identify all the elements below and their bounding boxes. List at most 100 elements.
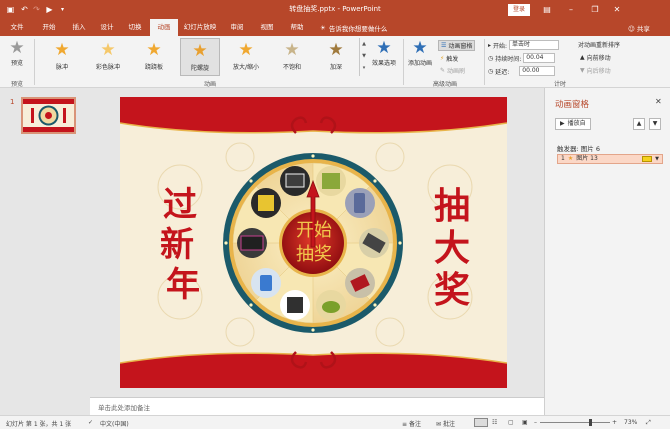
add-animation-button[interactable]: ★ 添加动画 [406, 38, 434, 67]
trigger-heading: 触发器: 图片 6 [557, 145, 600, 153]
zoom-slider-knob[interactable] [589, 419, 592, 426]
anim-darken[interactable]: ★ 加深 [316, 38, 356, 76]
trigger-button[interactable]: ⚡ 触发 [440, 54, 458, 63]
calligraphy-char: 大 [433, 227, 470, 269]
arrow-down-icon: ▼ [580, 67, 585, 74]
tab-transitions[interactable]: 切换 [122, 19, 148, 36]
zoom-slider[interactable] [540, 422, 610, 423]
play-icon: ▶ [560, 120, 565, 127]
anim-label: 跷跷板 [144, 64, 163, 71]
anim-desaturate[interactable]: ★ 不饱和 [272, 38, 312, 76]
arrow-up-icon: ▲ [580, 54, 585, 61]
tab-insert[interactable]: 插入 [66, 19, 92, 36]
tab-file[interactable]: 文件 [4, 19, 30, 36]
add-animation-label: 添加动画 [407, 60, 432, 67]
animation-group-label: 动画 [203, 81, 216, 88]
animation-pane-label: 动画窗格 [448, 43, 473, 50]
move-up-icon[interactable]: ▲ [633, 118, 645, 130]
tab-help[interactable]: 帮助 [284, 19, 310, 36]
ribbon-tabs: 文件 开始 插入 设计 切换 动画 幻灯片放映 审阅 视图 帮助 ☀ 告诉我你想… [0, 19, 670, 36]
tell-me-label: 告诉我你想要做什么 [328, 25, 388, 33]
calligraphy-char: 抽 [433, 185, 470, 227]
preview-label: 预览 [10, 60, 23, 67]
center-text-line-1: 开始 [296, 220, 332, 241]
animation-pane-button[interactable]: ☰ 动画窗格 [438, 40, 476, 51]
calligraphy-char: 新 [160, 225, 194, 265]
star-icon: ★ [284, 40, 300, 60]
animation-list-item[interactable]: 1 ★ 图片 13 ▼ [557, 154, 663, 164]
zoom-out-icon[interactable]: – [534, 419, 537, 426]
minimize-icon[interactable]: – [564, 3, 578, 16]
tab-animations[interactable]: 动画 [150, 19, 178, 36]
move-earlier-label: 向前移动 [586, 55, 611, 62]
trigger-label: 触发 [446, 56, 459, 63]
ribbon-display-options-icon[interactable]: ▤ [540, 3, 554, 16]
move-later-button[interactable]: ▼ 向后移动 [580, 66, 611, 75]
anim-label: 加深 [329, 64, 342, 71]
tab-design[interactable]: 设计 [94, 19, 120, 36]
star-icon: ★ [54, 40, 70, 60]
item-label: 图片 13 [576, 155, 598, 162]
share-button[interactable]: ☺ 共享 [628, 23, 650, 33]
preview-group-label: 预览 [10, 81, 23, 88]
anim-color-pulse[interactable]: ★ 彩色脉冲 [88, 38, 128, 76]
slide-info: 幻灯片 第 1 张，共 1 张 [6, 421, 72, 428]
tell-me-box[interactable]: ☀ 告诉我你想要做什么 [320, 23, 387, 33]
login-button[interactable]: 登录 [508, 4, 530, 16]
status-bar: 幻灯片 第 1 张，共 1 张 ✓ 中文(中国) ≡ 备注 ✉ 批注 ☷ ▢ ▣… [0, 415, 670, 429]
gallery-up-icon[interactable]: ▲ [360, 38, 368, 50]
reading-view-icon[interactable]: ▢ [508, 419, 514, 426]
move-down-icon[interactable]: ▼ [649, 118, 661, 130]
anim-teeter[interactable]: ★ 跷跷板 [134, 38, 174, 76]
zoom-level[interactable]: 73% [624, 419, 637, 426]
calligraphy-char: 过 [163, 185, 197, 225]
gallery-more-icon[interactable]: ▾ [360, 62, 368, 74]
close-icon[interactable]: ✕ [655, 97, 662, 106]
normal-view-icon[interactable] [474, 418, 488, 427]
slideshow-icon[interactable]: ▣ [522, 419, 528, 426]
preview-button[interactable]: ★ 预览 [6, 38, 28, 67]
effect-options-icon: ★ [376, 38, 392, 58]
new-year-text: 过 新 年 [160, 185, 200, 305]
comments-button[interactable]: ✉ 批注 [436, 419, 455, 428]
anim-spin[interactable]: ★ 陀螺旋 [180, 38, 220, 76]
slide[interactable]: 开始 抽奖 过 新 年 抽 大 奖 [120, 97, 507, 388]
anim-grow-shrink[interactable]: ★ 放大/缩小 [226, 38, 266, 76]
tab-view[interactable]: 视图 [254, 19, 280, 36]
zoom-in-icon[interactable]: + [612, 419, 617, 426]
anim-label: 放大/缩小 [232, 64, 260, 71]
play-label: 播放自 [567, 120, 586, 127]
anim-pulse[interactable]: ★ 脉冲 [42, 38, 82, 76]
language-indicator[interactable]: 中文(中国) [100, 419, 129, 428]
tab-slideshow[interactable]: 幻灯片放映 [180, 19, 220, 36]
play-from-button[interactable]: ▶ 播放自 [555, 118, 591, 130]
thumbnail-graphic [23, 99, 74, 132]
restore-icon[interactable]: ❐ [588, 3, 602, 16]
slide-sorter-icon[interactable]: ☷ [492, 419, 497, 426]
delay-icon: ◷ [488, 67, 494, 75]
duration-input[interactable]: 00.04 [523, 53, 556, 63]
add-animation-icon: ★ [412, 38, 428, 58]
spellcheck-icon[interactable]: ✓ [88, 419, 93, 426]
effect-options-button[interactable]: ★ 效果选项 [370, 38, 398, 67]
dropdown-icon[interactable]: ▼ [655, 155, 659, 163]
start-field: ▸ 开始: 单击时 [488, 40, 560, 50]
move-earlier-button[interactable]: ▲ 向前移动 [580, 53, 611, 62]
reorder-label: 对动画重新排序 [578, 42, 621, 49]
tab-home[interactable]: 开始 [36, 19, 62, 36]
notes-button[interactable]: ≡ 备注 [402, 419, 421, 428]
animation-painter-button[interactable]: ✎ 动画刷 [440, 66, 465, 75]
gallery-down-icon[interactable]: ▼ [360, 50, 368, 62]
fit-slide-icon[interactable]: ⤢ [646, 419, 651, 427]
slide-thumbnail[interactable] [21, 97, 76, 134]
start-select[interactable]: 单击时 [509, 40, 560, 50]
close-icon[interactable]: ✕ [610, 3, 624, 16]
center-text-line-2: 抽奖 [296, 244, 332, 265]
effect-options-label: 效果选项 [371, 60, 396, 67]
delay-input[interactable]: 00.00 [519, 66, 556, 76]
anim-label: 陀螺旋 [190, 65, 209, 72]
lightbulb-icon: ☀ [320, 24, 326, 32]
notes-pane[interactable]: 单击此处添加备注 [90, 397, 544, 415]
tab-review[interactable]: 审阅 [224, 19, 250, 36]
divider [484, 39, 485, 85]
